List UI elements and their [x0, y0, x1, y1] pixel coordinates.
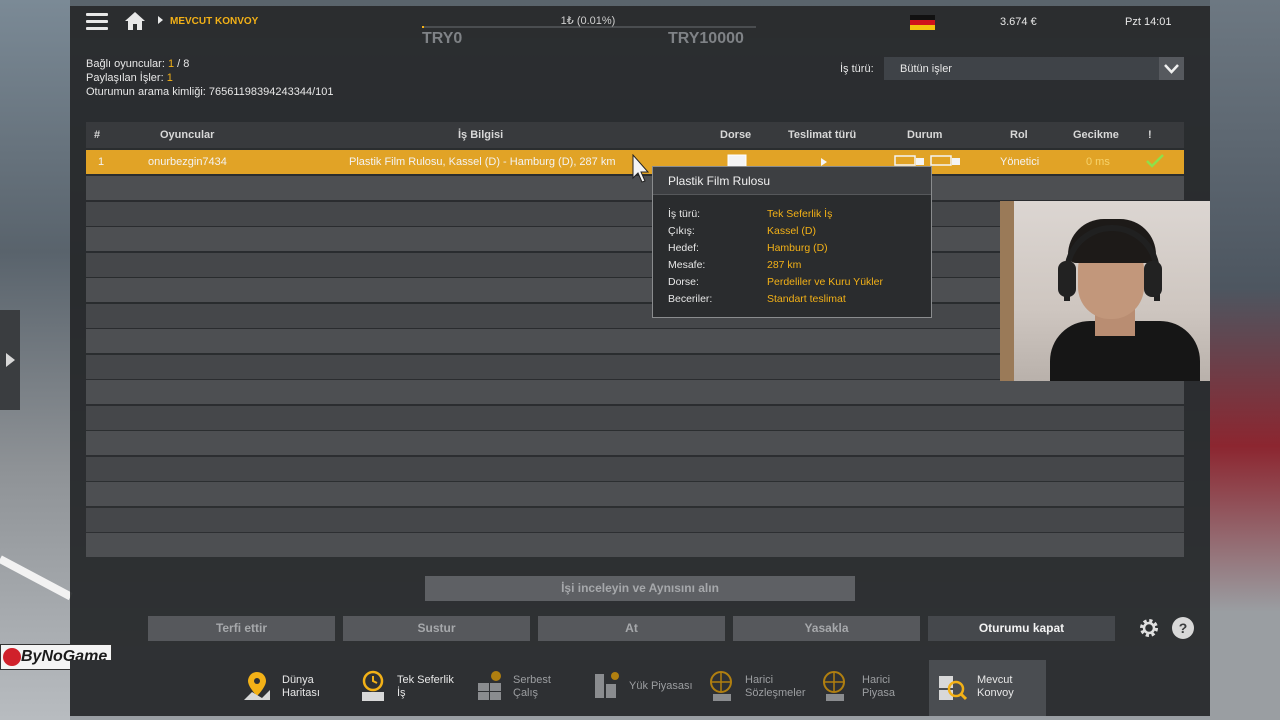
- col-trailer: Dorse: [720, 129, 752, 141]
- external-market-icon: [823, 671, 845, 701]
- germany-flag-icon: [910, 15, 935, 30]
- col-role: Rol: [1010, 129, 1028, 141]
- close-session-button[interactable]: Oturumu kapat: [928, 616, 1115, 641]
- empty-table-row: [86, 533, 1184, 557]
- nav-external-contracts[interactable]: Harici Sözleşmeler: [705, 660, 815, 716]
- status-trailer-icon: [930, 155, 960, 166]
- job-type-label: İş türü:: [840, 63, 874, 75]
- job-type-select[interactable]: Bütün işler: [884, 57, 1184, 80]
- tooltip-title: Plastik Film Rulosu: [653, 167, 931, 195]
- player-role: Yönetici: [1000, 156, 1040, 168]
- dropdown-button[interactable]: [1159, 57, 1184, 80]
- help-icon[interactable]: ?: [1172, 617, 1194, 639]
- col-num: #: [94, 129, 101, 141]
- external-contracts-icon: [710, 671, 732, 701]
- job-type-value: Bütün işler: [900, 63, 952, 75]
- nav-cargo-market[interactable]: Yük Piyasası: [588, 660, 698, 716]
- watermark-logo-icon: [3, 648, 21, 666]
- chevron-down-icon: [1164, 64, 1179, 74]
- freelance-icon: [478, 671, 501, 700]
- nav-world-map[interactable]: Dünya Haritası: [236, 660, 346, 716]
- empty-table-row: [86, 431, 1184, 455]
- side-panel-toggle[interactable]: [0, 310, 20, 410]
- home-icon[interactable]: [124, 11, 146, 31]
- current-convoy-icon: [939, 676, 967, 701]
- arrow-right-icon: [6, 353, 15, 367]
- inspect-job-button[interactable]: İşi inceleyin ve Aynısını alın: [425, 576, 855, 601]
- player-delay: 0 ms: [1086, 156, 1110, 168]
- menu-icon[interactable]: [86, 13, 108, 31]
- session-info: Bağlı oyuncular: 1 / 8 Paylaşılan İşler:…: [86, 57, 333, 99]
- progress-max: TRY10000: [668, 30, 744, 47]
- empty-table-row: [86, 507, 1184, 532]
- mute-button[interactable]: Sustur: [343, 616, 530, 641]
- empty-table-row: [86, 380, 1184, 404]
- mouse-cursor-icon: [632, 154, 650, 183]
- game-clock: Pzt 14:01: [1125, 16, 1172, 28]
- empty-table-row: [86, 456, 1184, 481]
- background-right: [1210, 0, 1280, 720]
- checkmark-icon: [1146, 154, 1164, 168]
- col-job: İş Bilgisi: [458, 129, 504, 141]
- progress-label: 1₺ (0.01%): [560, 15, 616, 27]
- nav-freelance[interactable]: Serbest Çalış: [470, 660, 580, 716]
- row-number: 1: [98, 156, 105, 168]
- gear-icon[interactable]: [1138, 617, 1160, 639]
- empty-table-row: [86, 405, 1184, 430]
- col-delivery: Teslimat türü: [788, 129, 857, 141]
- kick-button[interactable]: At: [538, 616, 725, 641]
- breadcrumb: MEVCUT KONVOY: [170, 16, 259, 27]
- progress-fill: [422, 26, 424, 28]
- clock-job-icon: [362, 670, 384, 701]
- col-delay: Gecikme: [1073, 129, 1119, 141]
- money-balance: 3.674 €: [1000, 16, 1037, 28]
- job-info: Plastik Film Rulosu, Kassel (D) - Hambur…: [349, 156, 616, 168]
- world-map-icon: [244, 672, 270, 700]
- job-tooltip: Plastik Film Rulosu İş türü: Tek Seferlik…: [652, 166, 932, 318]
- connected-players: Bağlı oyuncular: 1 / 8: [86, 58, 190, 70]
- empty-table-row: [86, 482, 1184, 506]
- progress-min: TRY0: [422, 30, 463, 47]
- nav-external-market[interactable]: Harici Piyasa: [820, 660, 925, 716]
- cargo-market-icon: [595, 672, 619, 698]
- col-alert: !: [1148, 129, 1152, 141]
- col-status: Durum: [907, 129, 943, 141]
- player-name: onurbezgin7434: [148, 156, 227, 168]
- breadcrumb-arrow-icon: [158, 16, 163, 24]
- col-players: Oyuncular: [160, 129, 215, 141]
- session-search-id: Oturumun arama kimliği: 7656119839424334…: [86, 86, 334, 98]
- nav-quick-job[interactable]: Tek Seferlik İş: [352, 660, 462, 716]
- promote-button[interactable]: Terfi ettir: [148, 616, 335, 641]
- webcam-overlay: [1000, 201, 1210, 381]
- shared-jobs: Paylaşılan İşler: 1: [86, 72, 173, 84]
- ban-button[interactable]: Yasakla: [733, 616, 920, 641]
- table-header: # Oyuncular İş Bilgisi Dorse Teslimat tü…: [86, 122, 1184, 148]
- nav-current-convoy[interactable]: Mevcut Konvoy: [929, 660, 1046, 716]
